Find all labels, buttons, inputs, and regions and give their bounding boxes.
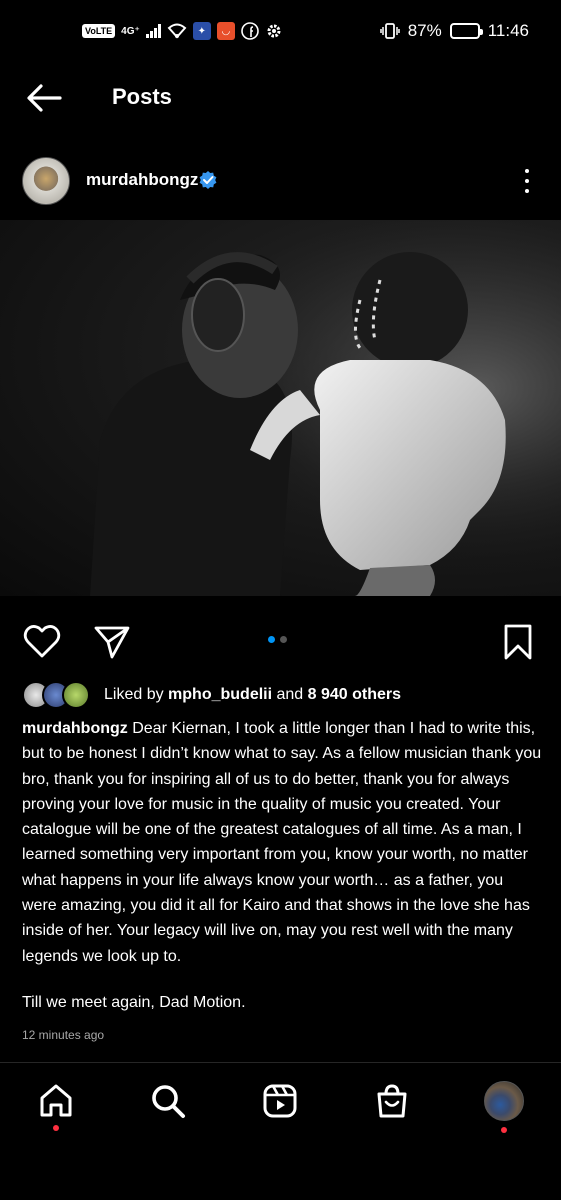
arrow-left-icon[interactable]	[24, 80, 64, 116]
clock: 11:46	[487, 21, 529, 40]
home-icon	[40, 1084, 72, 1117]
carousel-dot-active	[268, 636, 275, 643]
profile-notification-dot	[501, 1127, 507, 1133]
post-header: murdahbongz	[0, 155, 561, 209]
reels-icon	[263, 1084, 297, 1118]
caption-text: Dear Kiernan, I took a little longer tha…	[22, 720, 542, 965]
nav-profile[interactable]	[484, 1081, 524, 1121]
wifi-icon	[167, 23, 187, 39]
more-options-icon[interactable]	[518, 165, 536, 197]
verified-badge-icon	[199, 171, 217, 189]
app-notification-icon: ✦	[192, 22, 211, 40]
bookmark-icon[interactable]	[498, 622, 538, 662]
volte-badge: VoLTE	[82, 24, 116, 38]
likes-joiner: and	[272, 686, 308, 703]
facebook-icon	[240, 22, 259, 40]
carousel-dot	[280, 636, 287, 643]
share-icon[interactable]	[92, 622, 132, 662]
home-notification-dot	[53, 1125, 59, 1131]
liker-username[interactable]: mpho_budelii	[168, 686, 272, 703]
liker-avatar	[62, 681, 90, 709]
nav-home[interactable]	[36, 1081, 76, 1121]
shop-icon	[377, 1084, 407, 1118]
likes-others-count[interactable]: 8 940 others	[308, 686, 401, 703]
network-type: 4G⁺	[121, 25, 140, 37]
likes-prefix: Liked by	[104, 686, 169, 703]
caption-username[interactable]: murdahbongz	[22, 720, 128, 737]
photo-illustration	[0, 220, 561, 596]
shop-app-notification-icon: ◡	[216, 22, 235, 40]
search-icon	[152, 1085, 185, 1118]
post-caption: murdahbongz Dear Kiernan, I took a littl…	[22, 716, 542, 969]
carousel-indicator	[268, 636, 287, 643]
signal-icon	[145, 24, 161, 38]
post-timestamp: 12 minutes ago	[22, 1028, 105, 1042]
status-bar: VoLTE 4G⁺ ✦ ◡ 87% 11:46	[0, 0, 561, 62]
nav-reels[interactable]	[260, 1081, 300, 1121]
status-left: VoLTE 4G⁺ ✦ ◡	[82, 22, 283, 40]
vibrate-icon	[379, 23, 400, 39]
bottom-navigation	[0, 1063, 561, 1200]
battery-icon	[449, 23, 483, 39]
nav-search[interactable]	[148, 1081, 188, 1121]
battery-percent: 87%	[407, 21, 442, 40]
status-right: 87% 11:46	[379, 21, 529, 41]
page-title: Posts	[112, 84, 172, 109]
heart-icon[interactable]	[22, 622, 62, 662]
settings-gear-icon	[267, 24, 281, 38]
author-username[interactable]: murdahbongz	[86, 170, 198, 190]
author-avatar[interactable]	[22, 157, 70, 205]
likes-row[interactable]: Liked by mpho_budelii and 8 940 others	[22, 680, 401, 710]
post-actions	[0, 620, 561, 664]
profile-avatar	[484, 1081, 524, 1121]
nav-shop[interactable]	[372, 1081, 412, 1121]
top-navigation: Posts	[0, 72, 561, 124]
likes-text: Liked by mpho_budelii and 8 940 others	[104, 686, 401, 704]
post-photo[interactable]	[0, 220, 561, 596]
caption-closing: Till we meet again, Dad Motion.	[22, 994, 246, 1011]
